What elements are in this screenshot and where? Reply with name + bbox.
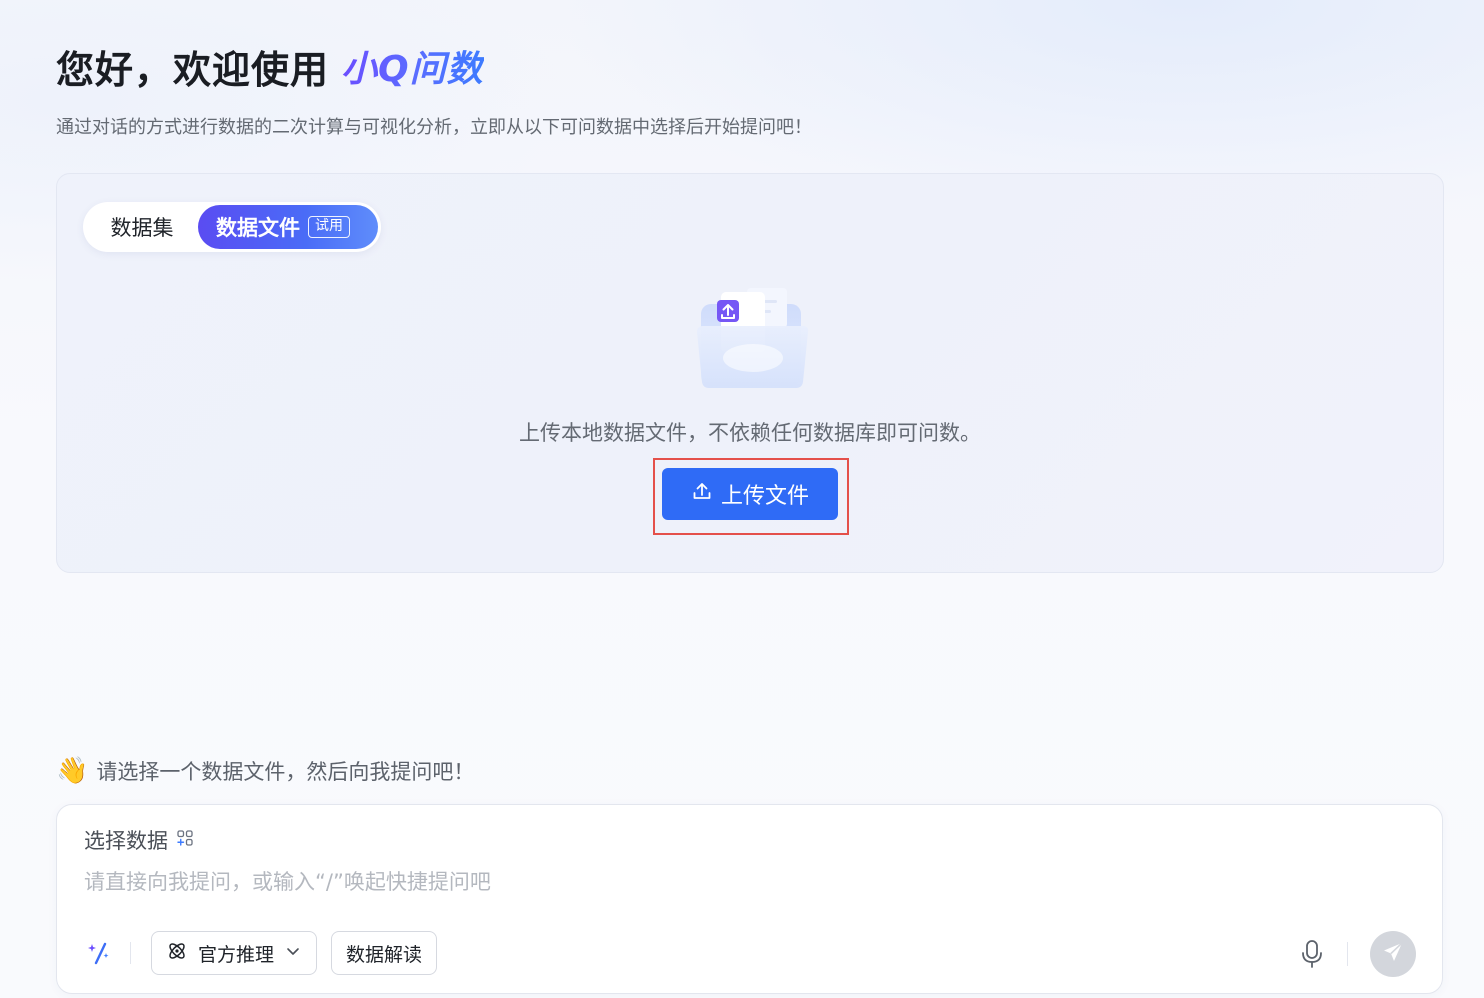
tab-dataset-label: 数据集	[110, 216, 174, 240]
grid-icon	[176, 828, 194, 852]
brand-name: 小Q问数	[341, 40, 484, 92]
send-button[interactable]	[1370, 931, 1416, 977]
select-hint-text: 请选择一个数据文件，然后向我提问吧！	[96, 760, 475, 784]
model-icon	[166, 940, 188, 967]
trial-badge: 试用	[308, 216, 350, 238]
toolbar-divider	[130, 942, 131, 964]
data-interpret-label: 数据解读	[346, 943, 423, 966]
send-icon	[1381, 940, 1405, 968]
composer-right-tools	[1295, 931, 1416, 977]
model-select-label: 官方推理	[198, 943, 275, 966]
tab-dataset[interactable]: 数据集	[86, 205, 198, 249]
prompt-input[interactable]	[84, 865, 1284, 899]
select-data-label: 选择数据	[84, 829, 168, 853]
magic-wand-icon[interactable]	[84, 938, 114, 968]
right-divider	[1347, 942, 1348, 966]
page-title: 您好，欢迎使用 小Q问数	[56, 40, 484, 92]
model-select[interactable]: 官方推理	[151, 931, 318, 975]
page-subtitle: 通过对话的方式进行数据的二次计算与可视化分析，立即从以下可问数据中选择后开始提问…	[56, 117, 812, 138]
tab-data-file[interactable]: 数据文件 试用	[198, 205, 378, 249]
data-source-panel: 数据集 数据文件 试用 上传本地数据文件，不依赖任何数据库即可问数。 上传文件	[56, 173, 1444, 573]
upload-file-button[interactable]: 上传文件	[662, 468, 838, 520]
greeting-text: 您好，欢迎使用	[56, 47, 330, 92]
upload-icon	[691, 480, 713, 508]
upload-highlight-frame: 上传文件	[653, 458, 849, 535]
microphone-icon[interactable]	[1295, 937, 1329, 971]
chat-composer: 选择数据 请直接向我提问，或输入“/”唤起快捷提问吧 官方推理 数据解读	[56, 804, 1443, 994]
source-tab-switch: 数据集 数据文件 试用	[83, 202, 381, 252]
composer-toolbar: 官方推理 数据解读	[84, 931, 451, 975]
waving-hand-icon: 👋	[56, 756, 89, 786]
tab-data-file-label: 数据文件	[216, 216, 300, 240]
chevron-down-icon	[284, 942, 302, 965]
data-interpret-button[interactable]: 数据解读	[331, 931, 438, 975]
upload-folder-illustration	[693, 282, 813, 394]
select-data-button[interactable]: 选择数据	[84, 825, 194, 855]
select-hint: 👋 请选择一个数据文件，然后向我提问吧！	[56, 756, 474, 786]
upload-file-button-label: 上传文件	[720, 484, 809, 509]
upload-description: 上传本地数据文件，不依赖任何数据库即可问数。	[519, 421, 981, 445]
